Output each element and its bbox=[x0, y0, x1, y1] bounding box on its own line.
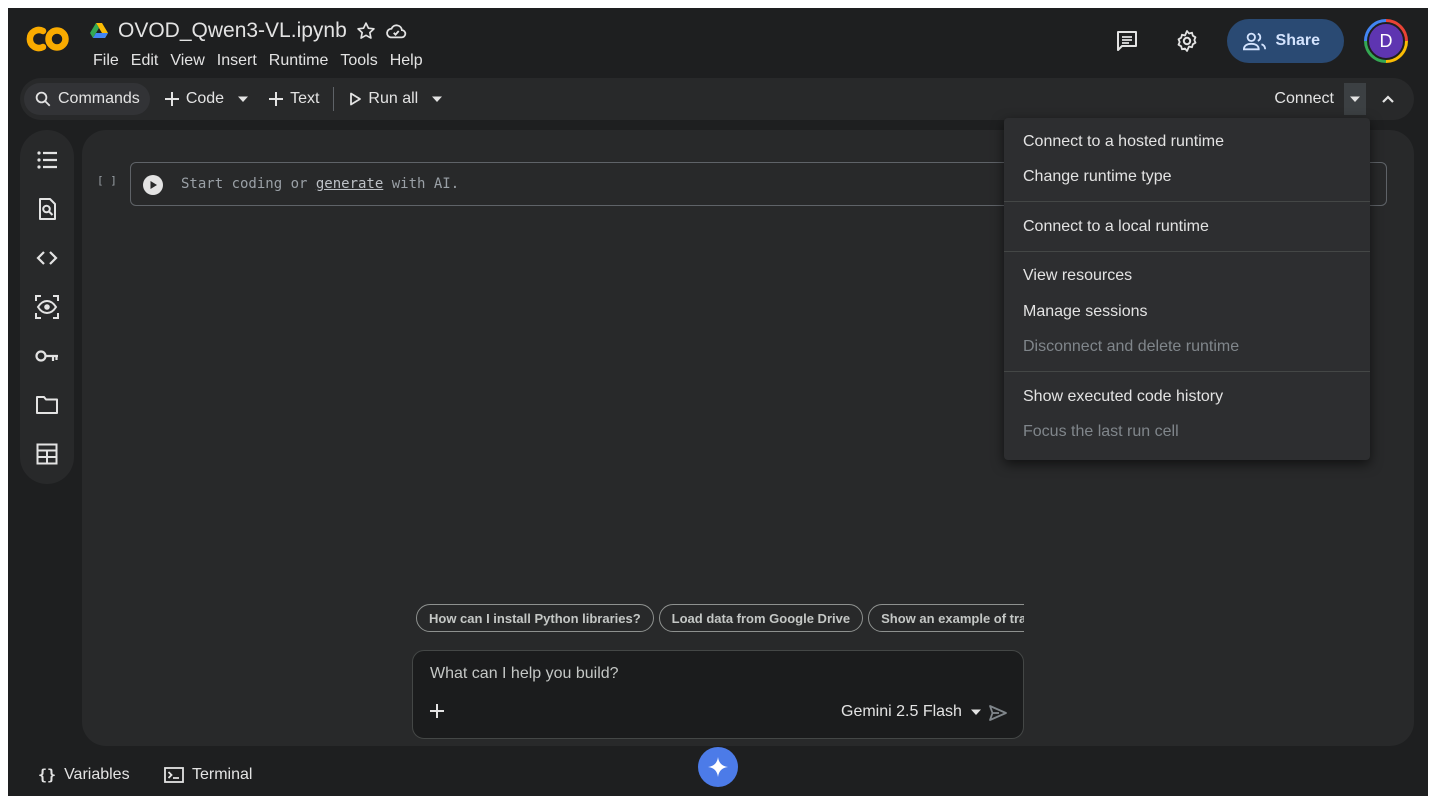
menu-view-resources[interactable]: View resources bbox=[1004, 259, 1370, 295]
cell-placeholder-start: Start coding or bbox=[181, 176, 316, 192]
menu-runtime[interactable]: Runtime bbox=[264, 50, 334, 72]
commands-label: Commands bbox=[58, 90, 140, 107]
code-snippets-icon[interactable] bbox=[35, 246, 59, 270]
run-all-button[interactable]: Run all bbox=[340, 83, 426, 115]
execution-count: [ ] bbox=[97, 174, 117, 187]
run-options-chevron-down-icon[interactable] bbox=[426, 83, 448, 115]
files-folder-icon[interactable] bbox=[35, 393, 59, 417]
find-icon[interactable] bbox=[35, 197, 59, 221]
ai-prompt-box[interactable]: What can I help you build? Gemini 2.5 Fl… bbox=[412, 650, 1024, 739]
notebook-toolbar: Commands Code Text Run all Connect bbox=[20, 78, 1414, 120]
terminal-label: Terminal bbox=[192, 766, 253, 783]
menu-focus-last-run-cell: Focus the last run cell bbox=[1023, 423, 1179, 441]
code-options-chevron-down-icon[interactable] bbox=[232, 83, 254, 115]
collapse-chevron-up-icon[interactable] bbox=[1372, 83, 1404, 115]
menubar: File Edit View Insert Runtime Tools Help bbox=[88, 50, 428, 72]
variables-label: Variables bbox=[64, 766, 130, 783]
connect-button[interactable]: Connect bbox=[1264, 83, 1344, 115]
terminal-button[interactable]: Terminal bbox=[164, 766, 252, 784]
connect-options-menu: Connect to a hosted runtime Change runti… bbox=[1004, 118, 1370, 460]
menu-view[interactable]: View bbox=[165, 50, 209, 72]
menu-divider bbox=[1004, 371, 1370, 372]
menu-file[interactable]: File bbox=[88, 50, 124, 72]
menu-divider bbox=[1004, 250, 1370, 252]
variable-inspector-icon[interactable] bbox=[35, 295, 59, 319]
text-label: Text bbox=[290, 90, 320, 107]
menu-insert[interactable]: Insert bbox=[212, 50, 262, 72]
star-icon[interactable] bbox=[355, 20, 377, 42]
menu-divider bbox=[1004, 201, 1370, 202]
send-icon[interactable] bbox=[987, 702, 1009, 724]
add-code-button[interactable]: Code bbox=[156, 83, 232, 115]
menu-tools[interactable]: Tools bbox=[335, 50, 382, 72]
play-icon bbox=[348, 92, 362, 106]
side-rail bbox=[20, 130, 74, 484]
data-table-icon[interactable] bbox=[35, 442, 59, 466]
search-icon bbox=[34, 90, 52, 108]
colab-window: OVOD_Qwen3-VL.ipynb File Edit View Inser… bbox=[8, 8, 1428, 796]
generate-link[interactable]: generate bbox=[316, 176, 383, 192]
people-icon bbox=[1242, 31, 1267, 51]
run-all-label: Run all bbox=[368, 90, 419, 107]
menu-edit[interactable]: Edit bbox=[126, 50, 164, 72]
google-drive-icon[interactable] bbox=[88, 20, 110, 42]
menu-disconnect-delete-runtime: Disconnect and delete runtime bbox=[1023, 338, 1240, 356]
notebook-title[interactable]: OVOD_Qwen3-VL.ipynb bbox=[118, 19, 347, 43]
model-name: Gemini 2.5 Flash bbox=[841, 703, 962, 720]
braces-icon: {} bbox=[38, 766, 57, 784]
add-attachment-plus-icon[interactable] bbox=[427, 701, 447, 721]
add-text-button[interactable]: Text bbox=[260, 83, 327, 115]
secrets-key-icon[interactable] bbox=[35, 344, 59, 368]
menu-change-runtime-type[interactable]: Change runtime type bbox=[1004, 160, 1370, 196]
prompt-input[interactable]: What can I help you build? bbox=[430, 665, 619, 683]
header-actions: Share D bbox=[1107, 19, 1408, 63]
gear-icon[interactable] bbox=[1167, 21, 1207, 61]
commands-button[interactable]: Commands bbox=[24, 83, 150, 115]
title-row: OVOD_Qwen3-VL.ipynb bbox=[88, 18, 407, 44]
model-selector[interactable]: Gemini 2.5 Flash bbox=[841, 703, 982, 721]
terminal-icon bbox=[164, 767, 184, 783]
plus-icon bbox=[268, 91, 284, 107]
toolbar-divider bbox=[333, 87, 335, 111]
menu-show-executed-code-history[interactable]: Show executed code history bbox=[1004, 379, 1370, 415]
run-cell-button[interactable] bbox=[143, 175, 163, 195]
avatar-initial: D bbox=[1367, 22, 1405, 60]
menu-help[interactable]: Help bbox=[385, 50, 428, 72]
account-avatar[interactable]: D bbox=[1364, 19, 1408, 63]
variables-button[interactable]: {} Variables bbox=[38, 766, 130, 784]
suggestion-chip[interactable]: Show an example of training a bbox=[868, 604, 1024, 632]
share-label: Share bbox=[1275, 32, 1320, 49]
code-label: Code bbox=[185, 90, 225, 107]
cloud-sync-icon[interactable] bbox=[385, 20, 407, 42]
connect-options-chevron-down-icon[interactable] bbox=[1344, 83, 1366, 115]
colab-logo[interactable] bbox=[24, 22, 72, 56]
share-button[interactable]: Share bbox=[1226, 19, 1344, 63]
suggestion-chips: How can I install Python libraries? Load… bbox=[416, 604, 1024, 632]
chevron-down-icon bbox=[970, 708, 982, 716]
comments-icon[interactable] bbox=[1107, 21, 1147, 61]
menu-manage-sessions[interactable]: Manage sessions bbox=[1004, 294, 1370, 330]
suggestion-chip[interactable]: Load data from Google Drive bbox=[658, 604, 864, 632]
cell-placeholder-end: with AI. bbox=[383, 176, 460, 192]
plus-icon bbox=[164, 91, 180, 107]
menu-connect-local-runtime[interactable]: Connect to a local runtime bbox=[1004, 209, 1370, 245]
table-of-contents-icon[interactable] bbox=[35, 148, 59, 172]
suggestion-chip[interactable]: How can I install Python libraries? bbox=[416, 604, 654, 632]
menu-connect-hosted-runtime[interactable]: Connect to a hosted runtime bbox=[1004, 124, 1370, 160]
gemini-sparkle-icon[interactable] bbox=[698, 747, 738, 787]
cell-placeholder[interactable]: Start coding or generate with AI. bbox=[181, 176, 459, 192]
